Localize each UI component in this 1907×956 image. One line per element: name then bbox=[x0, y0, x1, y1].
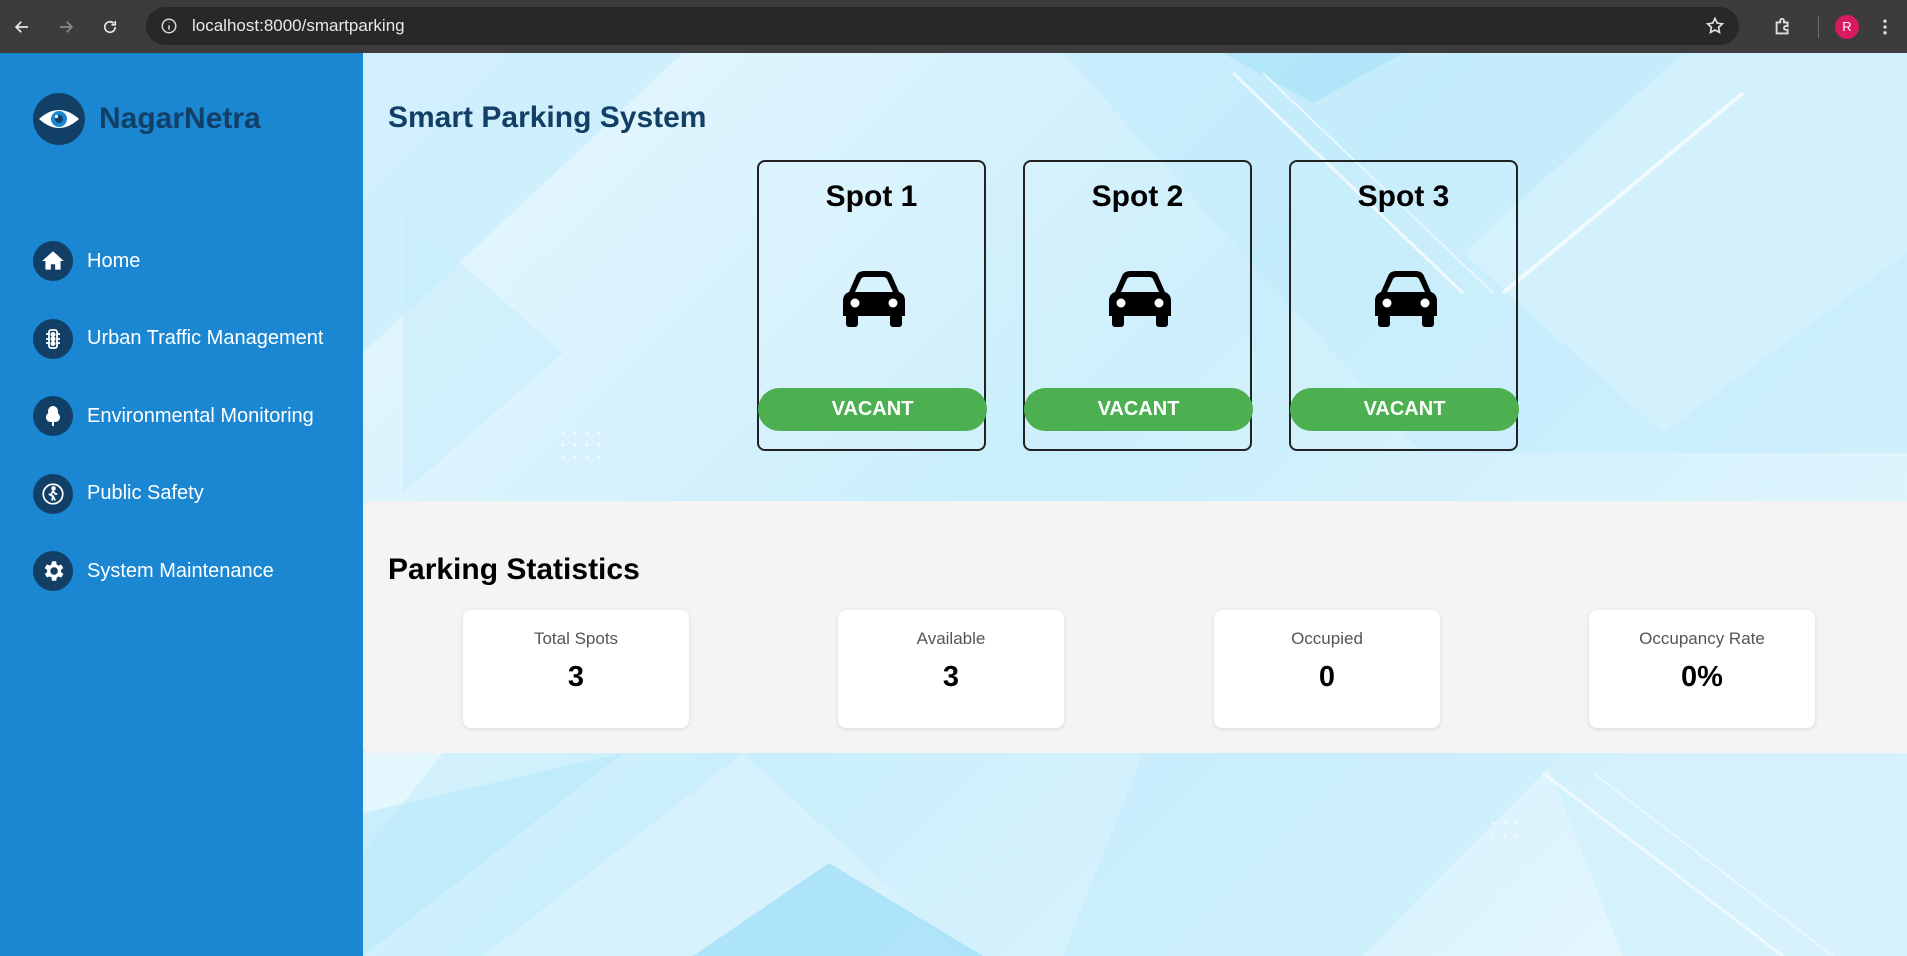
more-vert-icon[interactable] bbox=[1875, 16, 1895, 38]
toolbar-separator bbox=[1818, 15, 1819, 38]
brand-name: NagarNetra bbox=[99, 102, 261, 135]
traffic-light-icon bbox=[33, 318, 73, 359]
page-title: Smart Parking System bbox=[388, 101, 707, 134]
sidebar-item-system-maintenance[interactable]: System Maintenance bbox=[33, 551, 323, 591]
forward-button[interactable] bbox=[44, 5, 88, 49]
stat-label: Occupancy Rate bbox=[1639, 629, 1765, 648]
sidebar-item-label: Environmental Monitoring bbox=[87, 404, 314, 427]
sidebar-item-urban-traffic[interactable]: Urban Traffic Management bbox=[33, 318, 324, 359]
parking-spot-card[interactable]: Spot 1 VACANT bbox=[757, 160, 987, 451]
stat-value: 0 bbox=[1318, 661, 1336, 693]
parking-statistics-panel: Parking Statistics Total Spots 3 Availab… bbox=[363, 501, 1907, 753]
spot-title: Spot 1 bbox=[825, 180, 918, 213]
arrow-left-icon bbox=[14, 20, 28, 33]
sidebar-item-label: Urban Traffic Management bbox=[87, 327, 324, 349]
stat-value: 3 bbox=[942, 661, 960, 693]
parking-spot-card[interactable]: Spot 3 VACANT bbox=[1289, 160, 1519, 451]
url-text[interactable]: localhost:8000/smartparking bbox=[192, 16, 405, 36]
sidebar-item-environmental[interactable]: Environmental Monitoring bbox=[33, 396, 323, 436]
car-icon bbox=[1109, 271, 1171, 327]
sidebar-item-label: System Maintenance bbox=[87, 559, 274, 582]
sidebar-item-home[interactable]: Home bbox=[33, 241, 323, 281]
reload-icon bbox=[103, 20, 117, 33]
stat-label: Occupied bbox=[1291, 629, 1363, 648]
spot-status-badge: VACANT bbox=[1290, 388, 1519, 431]
parking-spot-card[interactable]: Spot 2 VACANT bbox=[1023, 160, 1253, 451]
brand[interactable]: NagarNetra bbox=[33, 93, 261, 145]
spot-status-badge: VACANT bbox=[758, 388, 987, 431]
stat-card-occupancy-rate: Occupancy Rate 0% bbox=[1589, 610, 1815, 728]
stat-card-total-spots: Total Spots 3 bbox=[463, 610, 689, 728]
stat-label: Available bbox=[916, 629, 986, 648]
profile-avatar[interactable]: R bbox=[1835, 14, 1859, 39]
sidebar-item-public-safety[interactable]: Public Safety bbox=[33, 473, 323, 514]
stat-value: 0% bbox=[1681, 661, 1723, 693]
sidebar-item-label: Public Safety bbox=[87, 482, 204, 504]
sidebar-menu: Home Urban Traffic Management Environmen… bbox=[33, 241, 323, 629]
spot-title: Spot 2 bbox=[1091, 180, 1184, 213]
browser-toolbar: localhost:8000/smartparking R bbox=[0, 0, 1907, 53]
stat-card-occupied: Occupied 0 bbox=[1214, 610, 1440, 728]
stat-label: Total Spots bbox=[533, 629, 619, 648]
reload-button[interactable] bbox=[88, 5, 132, 49]
home-icon bbox=[33, 241, 73, 281]
address-bar[interactable]: localhost:8000/smartparking bbox=[146, 7, 1739, 45]
stat-value: 3 bbox=[567, 661, 585, 693]
spot-status-badge: VACANT bbox=[1024, 388, 1253, 431]
stat-card-available: Available 3 bbox=[838, 610, 1064, 728]
sidebar-item-label: Home bbox=[87, 249, 141, 272]
stats-title: Parking Statistics bbox=[388, 553, 640, 586]
arrow-right-icon bbox=[60, 20, 74, 33]
tree-icon bbox=[33, 396, 73, 436]
back-button[interactable] bbox=[0, 5, 44, 49]
site-info-icon[interactable] bbox=[150, 7, 188, 45]
car-icon bbox=[1375, 271, 1437, 327]
gear-icon bbox=[33, 551, 73, 591]
bookmark-star-icon[interactable] bbox=[1705, 16, 1725, 36]
pedestrian-icon bbox=[33, 473, 73, 514]
sidebar: NagarNetra Home Urban Traffic Management bbox=[0, 53, 363, 956]
car-icon bbox=[843, 271, 905, 327]
eye-logo-icon bbox=[33, 93, 85, 145]
extensions-puzzle-icon[interactable] bbox=[1772, 16, 1794, 38]
spot-title: Spot 3 bbox=[1357, 180, 1450, 213]
parking-spots: Spot 1 VACANT Spot 2 VACANT Spot 3 VACAN… bbox=[757, 160, 1519, 451]
main-content: Smart Parking System Spot 1 VACANT Spot … bbox=[363, 53, 1907, 956]
